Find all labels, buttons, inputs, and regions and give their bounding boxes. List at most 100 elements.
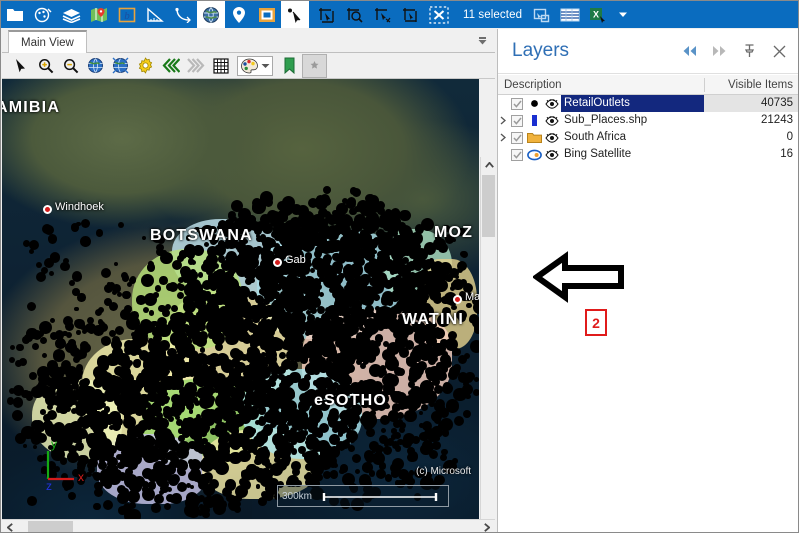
eye-icon[interactable] xyxy=(543,149,561,160)
tab-overflow-icon[interactable] xyxy=(476,35,488,47)
layers-panel-header: Layers xyxy=(498,29,798,74)
callout-badge: 2 xyxy=(585,309,607,336)
layer-name-label: Bing Satellite xyxy=(564,148,632,160)
svg-text:X: X xyxy=(593,9,599,19)
point-layer-icon xyxy=(526,98,543,109)
double-chevron-left-icon[interactable] xyxy=(674,36,704,66)
tab-main-view-label: Main View xyxy=(21,37,74,49)
network-icon[interactable] xyxy=(169,1,197,28)
layer-visibility-checkbox[interactable] xyxy=(511,148,523,161)
close-icon[interactable] xyxy=(764,36,794,66)
city-marker xyxy=(453,295,462,304)
map-attribution: (c) Microsoft xyxy=(416,466,471,477)
export-excel-icon[interactable]: X xyxy=(584,1,612,28)
eye-icon[interactable] xyxy=(543,98,561,109)
map-vertical-scrollbar[interactable] xyxy=(480,157,495,519)
layout-icon[interactable] xyxy=(253,1,281,28)
identify-icon[interactable]: b xyxy=(113,1,141,28)
bookmark-icon[interactable] xyxy=(277,54,302,78)
clear-selection-icon[interactable] xyxy=(425,1,453,28)
zoom-in-icon[interactable] xyxy=(33,54,58,78)
layer-visibility-checkbox[interactable] xyxy=(511,97,523,110)
scale-bar-label: 300km xyxy=(282,490,313,502)
scroll-right-arrow-icon[interactable] xyxy=(479,520,495,532)
palette-dropdown[interactable] xyxy=(237,55,273,76)
map-canvas-area: AMIBIA BOTSWANA MOZ WATINI eSOTHO Windhoek Gab… xyxy=(2,79,495,519)
grid-icon[interactable] xyxy=(208,54,233,78)
table-row[interactable]: South Africa 0 xyxy=(498,129,798,146)
axis-orientation-widget: y x z xyxy=(34,435,90,493)
table-row[interactable]: RetailOutlets 40735 xyxy=(498,95,798,112)
svg-text:y: y xyxy=(51,437,57,451)
select-circle-icon[interactable] xyxy=(341,1,369,28)
select-related-icon[interactable] xyxy=(528,1,556,28)
expand-chevron-icon[interactable] xyxy=(498,116,511,125)
polygon-layer-icon xyxy=(526,114,543,127)
layer-visible-count: 0 xyxy=(786,131,793,143)
overflow-caret-icon[interactable] xyxy=(612,1,634,28)
layer-name-label: Sub_Places.shp xyxy=(564,114,648,126)
tab-main-view[interactable]: Main View xyxy=(8,30,87,54)
layer-name-label: South Africa xyxy=(564,131,627,143)
scroll-left-arrow-icon[interactable] xyxy=(2,520,18,532)
column-description-label: Description xyxy=(504,78,562,91)
zoom-out-icon[interactable] xyxy=(58,54,83,78)
scroll-up-arrow-icon[interactable] xyxy=(481,157,495,173)
layer-name-label: RetailOutlets xyxy=(561,95,704,112)
open-folder-icon[interactable] xyxy=(1,1,29,28)
layer-visibility-checkbox[interactable] xyxy=(511,131,523,144)
select-pointer-icon[interactable] xyxy=(281,1,309,28)
layer-visible-count: 21243 xyxy=(761,114,793,126)
map-horizontal-scrollbar[interactable] xyxy=(2,519,495,532)
layer-visibility-checkbox[interactable] xyxy=(511,114,523,127)
vertical-scroll-thumb[interactable] xyxy=(482,175,495,237)
table-row[interactable]: Sub_Places.shp 21243 xyxy=(498,112,798,129)
globe-icon[interactable] xyxy=(197,1,225,28)
expand-chevron-icon[interactable] xyxy=(498,133,511,142)
double-chevron-right-icon[interactable] xyxy=(704,36,734,66)
select-rectangle-icon[interactable] xyxy=(313,1,341,28)
add-map-layer-icon[interactable] xyxy=(85,1,113,28)
map-toolbar xyxy=(2,53,495,79)
next-extent-icon[interactable] xyxy=(183,54,208,78)
layers-stack-icon[interactable] xyxy=(57,1,85,28)
pin-icon[interactable] xyxy=(734,36,764,66)
select-box-icon[interactable] xyxy=(397,1,425,28)
map-canvas[interactable]: AMIBIA BOTSWANA MOZ WATINI eSOTHO Windhoek Gab… xyxy=(2,79,479,519)
star-icon[interactable] xyxy=(302,53,327,78)
layers-list: RetailOutlets 40735 Sub_Places.shp 21243 Sou… xyxy=(498,95,798,163)
select-polygon-icon[interactable] xyxy=(369,1,397,28)
table-row[interactable]: Bing Satellite 16 xyxy=(498,146,798,163)
layers-panel-title: Layers xyxy=(512,40,570,61)
svg-text:z: z xyxy=(46,479,52,491)
scale-bar: 300km xyxy=(277,485,449,507)
eye-icon[interactable] xyxy=(543,132,561,143)
layers-column-header: Description Visible Items xyxy=(498,75,798,95)
eye-icon[interactable] xyxy=(543,115,561,126)
pan-arrow-icon[interactable] xyxy=(8,54,33,78)
pin-marker-icon[interactable] xyxy=(225,1,253,28)
horizontal-scroll-thumb[interactable] xyxy=(28,521,73,532)
settings-gear-icon[interactable] xyxy=(133,54,158,78)
symbology-icon[interactable] xyxy=(29,1,57,28)
folder-icon xyxy=(526,132,543,144)
callout-arrow xyxy=(531,251,625,306)
city-marker xyxy=(273,258,282,267)
layer-visible-count: 16 xyxy=(780,148,793,160)
main-toolbar: b 11 selected X xyxy=(1,1,798,28)
column-visible-items-label: Visible Items xyxy=(728,78,793,91)
zoom-layer-extent-icon[interactable] xyxy=(108,54,133,78)
palette-caret-icon xyxy=(261,63,270,68)
callout-badge-label: 2 xyxy=(592,314,600,331)
svg-text:x: x xyxy=(78,470,84,484)
palette-icon xyxy=(241,58,258,73)
bing-basemap-icon xyxy=(526,149,543,161)
previous-extent-icon[interactable] xyxy=(158,54,183,78)
application-window: b 11 selected X Main View AMIBIA BOTSWAN… xyxy=(0,0,799,533)
scale-bar-graphic xyxy=(322,491,448,501)
city-marker xyxy=(43,205,52,214)
measure-icon[interactable] xyxy=(141,1,169,28)
attribute-table-icon[interactable] xyxy=(556,1,584,28)
zoom-full-extent-icon[interactable] xyxy=(83,54,108,78)
selection-status: 11 selected xyxy=(463,8,523,21)
